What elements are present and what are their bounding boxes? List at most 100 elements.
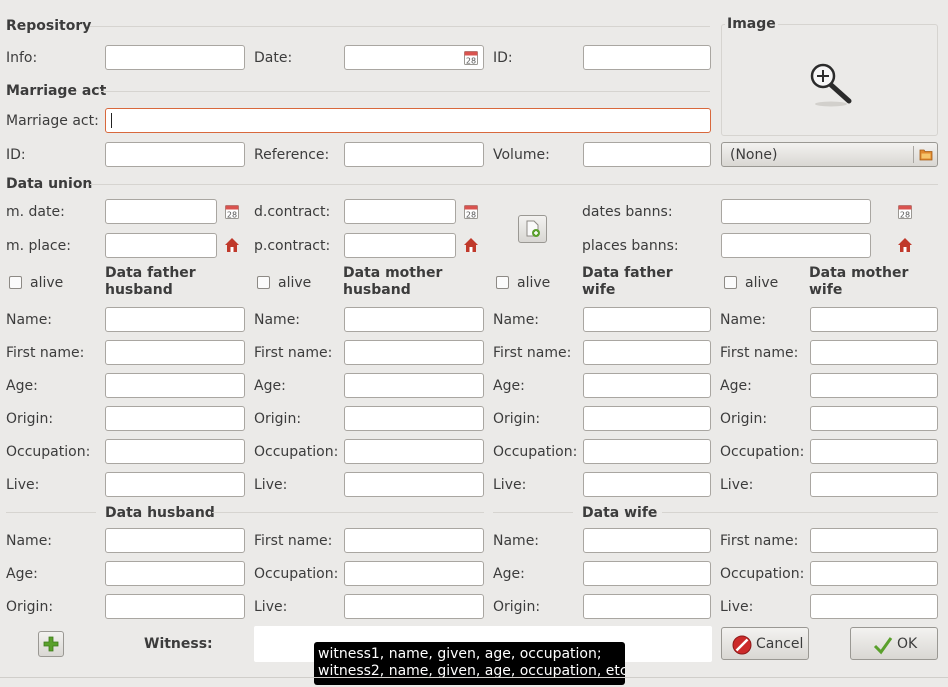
text-caret <box>111 113 112 128</box>
wife-live-input[interactable] <box>810 594 938 619</box>
add-witness-button[interactable] <box>38 631 64 657</box>
reference-input[interactable] <box>344 142 484 167</box>
father-husband-origin-input[interactable] <box>105 406 245 431</box>
zoom-in-icon[interactable] <box>808 62 854 108</box>
calendar-icon[interactable] <box>898 205 912 219</box>
wife-occupation-input[interactable] <box>810 561 938 586</box>
mother-husband-occupation-label: Occupation: <box>254 444 339 460</box>
father-husband-first-name-input[interactable] <box>105 340 245 365</box>
repository-title: Repository <box>6 18 92 34</box>
mother-husband-live-label: Live: <box>254 477 288 493</box>
home-icon[interactable] <box>897 237 913 253</box>
alive-checkbox[interactable] <box>724 276 737 289</box>
father-husband-occupation-label: Occupation: <box>6 444 91 460</box>
alive-checkbox[interactable] <box>257 276 270 289</box>
father-husband-occupation-input[interactable] <box>105 439 245 464</box>
husband-name-input[interactable] <box>105 528 245 553</box>
dates-banns-input[interactable] <box>721 199 871 224</box>
m-date-label: m. date: <box>6 204 65 220</box>
p-contract-input[interactable] <box>344 233 456 258</box>
d-contract-input[interactable] <box>344 199 456 224</box>
data-wife-title: Data wife <box>582 505 658 521</box>
checkmark-icon <box>873 637 893 655</box>
father-wife-occupation-input[interactable] <box>583 439 711 464</box>
husband-live-input[interactable] <box>344 594 484 619</box>
tooltip-line1: witness1, name, given, age, occupation; <box>318 646 602 662</box>
father-wife-age-input[interactable] <box>583 373 711 398</box>
husband-origin-input[interactable] <box>105 594 245 619</box>
calendar-icon[interactable] <box>225 205 239 219</box>
date-input[interactable] <box>344 45 484 70</box>
father-wife-live-input[interactable] <box>583 472 711 497</box>
father-husband-age-input[interactable] <box>105 373 245 398</box>
father-wife-name-input[interactable] <box>583 307 711 332</box>
home-icon[interactable] <box>463 237 479 253</box>
data-husband-title: Data husband <box>105 505 215 521</box>
m-date-input[interactable] <box>105 199 217 224</box>
father-husband-name-input[interactable] <box>105 307 245 332</box>
wife-origin-label: Origin: <box>493 599 541 615</box>
ok-button[interactable]: OK <box>850 627 938 660</box>
mother-wife-occupation-input[interactable] <box>810 439 938 464</box>
marriage-act-input[interactable] <box>105 108 711 133</box>
alive-checkbox[interactable] <box>496 276 509 289</box>
act-id-input[interactable] <box>105 142 245 167</box>
husband-name-label: Name: <box>6 533 53 549</box>
mother-wife-first-name-input[interactable] <box>810 340 938 365</box>
cancel-label: Cancel <box>756 636 804 652</box>
alive-label: alive <box>278 275 312 291</box>
husband-age-input[interactable] <box>105 561 245 586</box>
cancel-button[interactable]: Cancel <box>721 627 809 660</box>
mother-husband-origin-input[interactable] <box>344 406 484 431</box>
volume-input[interactable] <box>583 142 711 167</box>
info-input[interactable] <box>105 45 245 70</box>
father-wife-origin-input[interactable] <box>583 406 711 431</box>
wife-occupation-label: Occupation: <box>720 566 805 582</box>
wife-first-name-label: First name: <box>720 533 799 549</box>
parent-title-line1: Data father <box>582 265 673 281</box>
husband-origin-label: Origin: <box>6 599 54 615</box>
wife-origin-input[interactable] <box>583 594 711 619</box>
mother-husband-age-input[interactable] <box>344 373 484 398</box>
witness-tooltip: witness1, name, given, age, occupation; … <box>314 642 625 685</box>
mother-wife-origin-input[interactable] <box>810 406 938 431</box>
mother-husband-first-name-input[interactable] <box>344 340 484 365</box>
mother-husband-name-input[interactable] <box>344 307 484 332</box>
calendar-icon[interactable] <box>464 51 478 65</box>
volume-select[interactable]: (None) <box>721 142 938 167</box>
dialog-bottom-edge <box>0 677 948 678</box>
mother-wife-name-input[interactable] <box>810 307 938 332</box>
mother-husband-occupation-input[interactable] <box>344 439 484 464</box>
repository-id-label: ID: <box>493 50 513 66</box>
wife-divider-right <box>662 512 938 513</box>
ok-label: OK <box>897 636 918 652</box>
mother-husband-live-input[interactable] <box>344 472 484 497</box>
repository-id-input[interactable] <box>583 45 711 70</box>
father-husband-origin-label: Origin: <box>6 411 54 427</box>
mother-wife-age-input[interactable] <box>810 373 938 398</box>
plus-icon <box>43 636 59 652</box>
repository-divider <box>90 26 710 27</box>
wife-age-input[interactable] <box>583 561 711 586</box>
alive-checkbox[interactable] <box>9 276 22 289</box>
father-wife-first-name-input[interactable] <box>583 340 711 365</box>
mother-wife-occupation-label: Occupation: <box>720 444 805 460</box>
places-banns-input[interactable] <box>721 233 871 258</box>
p-contract-label: p.contract: <box>254 238 331 254</box>
husband-occupation-input[interactable] <box>344 561 484 586</box>
father-husband-live-input[interactable] <box>105 472 245 497</box>
mother-wife-live-input[interactable] <box>810 472 938 497</box>
father-husband-live-label: Live: <box>6 477 40 493</box>
father-husband-age-label: Age: <box>6 378 38 394</box>
d-contract-label: d.contract: <box>254 204 331 220</box>
cancel-icon <box>732 635 752 655</box>
wife-name-input[interactable] <box>583 528 711 553</box>
folder-icon <box>919 149 933 161</box>
husband-first-name-input[interactable] <box>344 528 484 553</box>
add-document-button[interactable] <box>518 215 547 243</box>
m-place-input[interactable] <box>105 233 217 258</box>
home-icon[interactable] <box>224 237 240 253</box>
wife-divider-left <box>493 512 573 513</box>
calendar-icon[interactable] <box>464 205 478 219</box>
wife-first-name-input[interactable] <box>810 528 938 553</box>
